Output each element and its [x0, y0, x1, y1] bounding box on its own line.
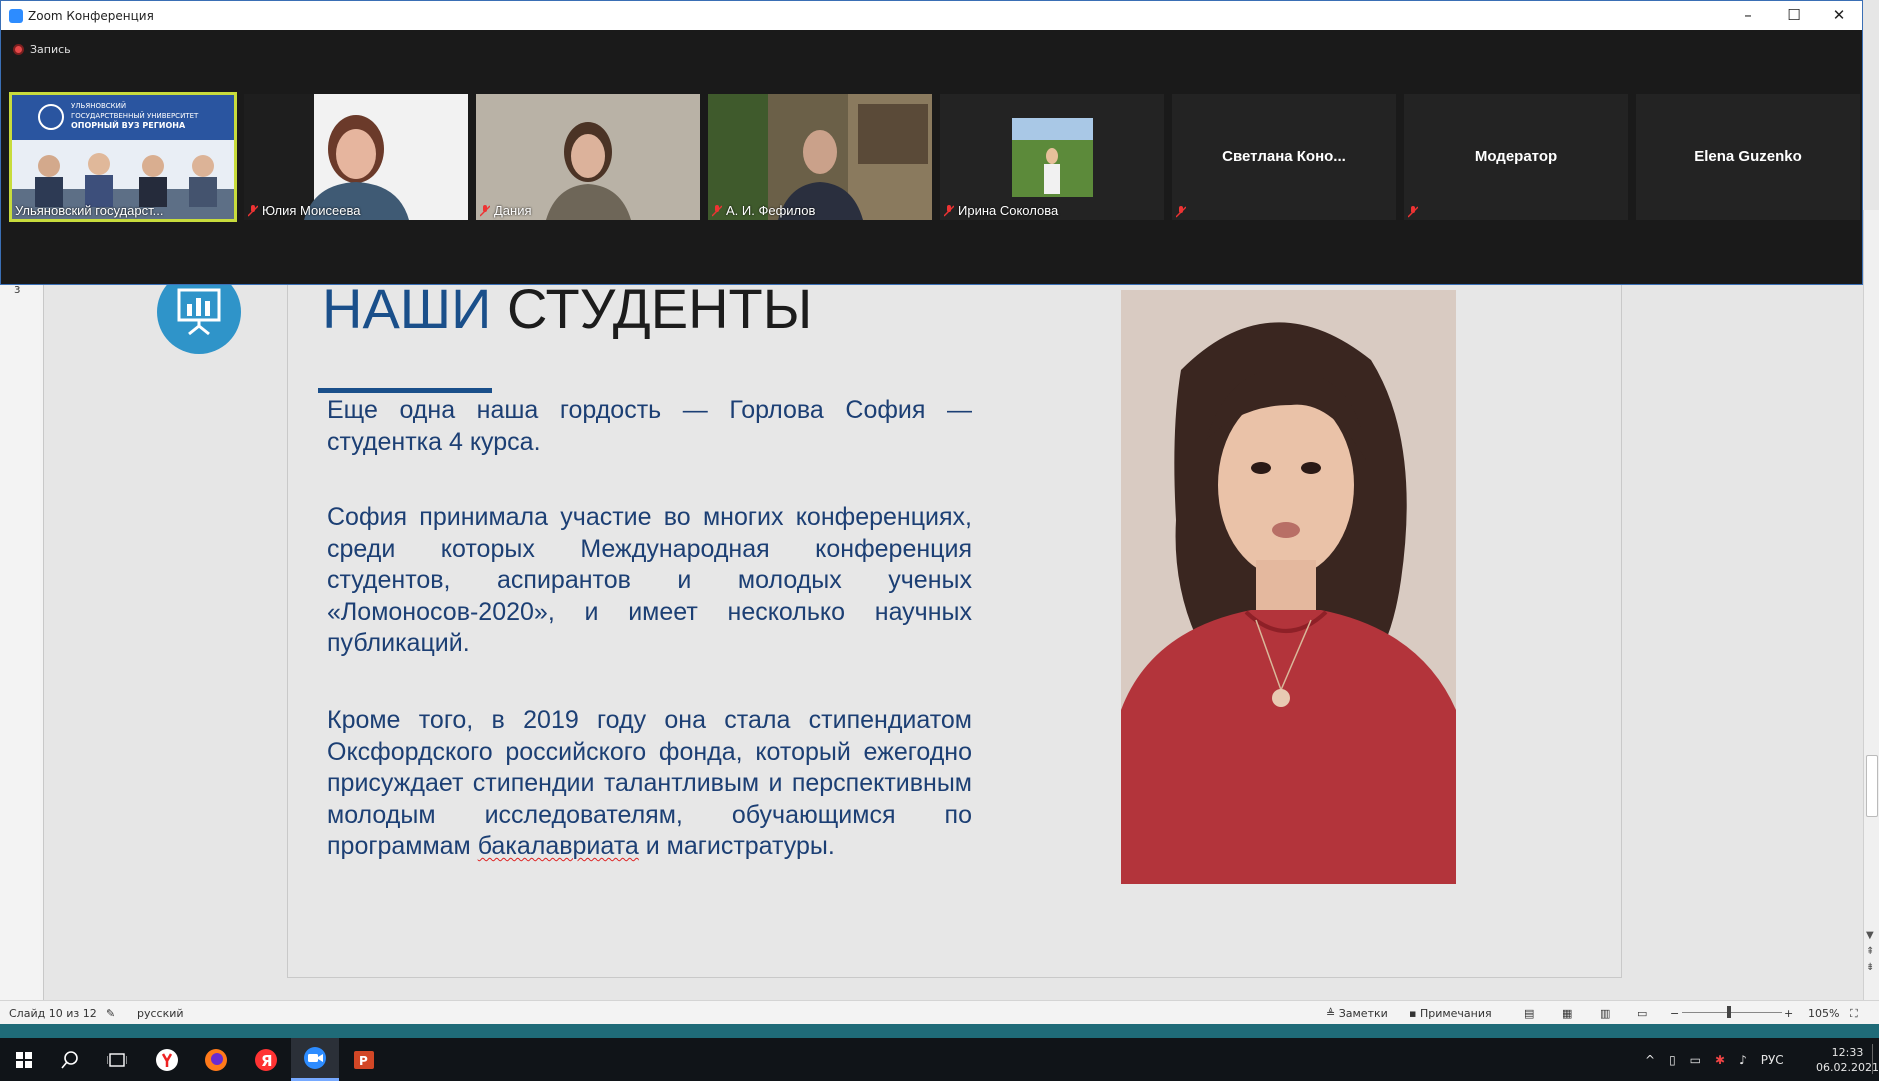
- slide-counter[interactable]: Слайд 10 из 12: [9, 1007, 97, 1020]
- yandex-icon[interactable]: Я: [242, 1038, 290, 1081]
- yandex-browser-icon[interactable]: [143, 1038, 191, 1081]
- language-indicator[interactable]: русский: [137, 1007, 184, 1020]
- mic-muted-icon: [248, 204, 258, 216]
- tray-app-icon[interactable]: ✱: [1715, 1053, 1725, 1067]
- firefox-icon[interactable]: [192, 1038, 240, 1081]
- participant-name: Дания: [480, 203, 532, 218]
- participant-name: Ирина Соколова: [944, 203, 1058, 218]
- show-desktop-button[interactable]: [1872, 1044, 1873, 1074]
- zoom-slider[interactable]: [1682, 1012, 1782, 1013]
- slide-paragraph-3: Кроме того, в 2019 году она стала стипен…: [327, 705, 972, 863]
- slide-paragraph-1: Еще одна наша гордость — Горлова София —…: [327, 396, 972, 456]
- zoom-logo-icon: [9, 9, 23, 23]
- maximize-icon[interactable]: ☐: [1771, 1, 1817, 30]
- zoom-titlebar[interactable]: Zoom Конференция – ☐ ✕: [1, 1, 1862, 30]
- close-icon[interactable]: ✕: [1816, 1, 1862, 30]
- participant-name: [1408, 206, 1418, 218]
- svg-text:P: P: [359, 1054, 368, 1068]
- search-icon[interactable]: [46, 1038, 94, 1081]
- student-video-photo: [1121, 290, 1456, 884]
- participant-name: А. И. Фефилов: [712, 203, 815, 218]
- zoom-window: Zoom Конференция – ☐ ✕ Запись УЛЬЯНОВСКИ…: [0, 0, 1863, 285]
- mic-muted-icon: [712, 204, 722, 216]
- spellcheck-icon[interactable]: ✎: [106, 1007, 115, 1020]
- mic-muted-icon: [480, 204, 490, 216]
- zoom-level[interactable]: 105%: [1808, 1007, 1839, 1020]
- mic-muted-icon: [1176, 206, 1186, 218]
- clock[interactable]: 12:33 06.02.2021: [1816, 1038, 1879, 1081]
- next-slide-icon[interactable]: ⇟: [1866, 962, 1874, 973]
- slide-thumbnail-rail[interactable]: [0, 280, 44, 1000]
- banner-line2: ГОСУДАРСТВЕННЫЙ УНИВЕРСИТЕТ: [71, 111, 199, 120]
- comments-label: Примечания: [1419, 1007, 1492, 1020]
- comments-icon: ▪: [1409, 1007, 1420, 1020]
- participant-tile[interactable]: Модератор: [1404, 94, 1628, 220]
- status-bar: Слайд 10 из 12 ✎ русский ≜ Заметки ▪ При…: [0, 1000, 1879, 1024]
- notes-button[interactable]: ≜ Заметки: [1326, 1007, 1388, 1020]
- fit-to-window-icon[interactable]: ⛶: [1850, 1007, 1858, 1021]
- participant-tile[interactable]: Дания: [476, 94, 700, 220]
- reading-view-icon[interactable]: ▥: [1600, 1007, 1610, 1020]
- vertical-scrollbar[interactable]: ▼ ⇞ ⇟: [1863, 210, 1879, 1000]
- windows-taskbar: Я P ^ ▯ ▭ ✱ ♪ РУС 12:33 06.02.2021: [0, 1038, 1879, 1081]
- scroll-down-icon[interactable]: ▼: [1866, 930, 1874, 941]
- slide-sorter-icon[interactable]: ▦: [1562, 1007, 1572, 1020]
- zoom-slider-thumb[interactable]: [1727, 1006, 1731, 1018]
- mic-muted-icon: [1408, 206, 1418, 218]
- zoom-taskbar-icon[interactable]: [291, 1038, 339, 1081]
- svg-text:Я: Я: [261, 1052, 273, 1070]
- title-underline: [318, 388, 492, 393]
- banner-line3: ОПОРНЫЙ ВУЗ РЕГИОНА: [71, 119, 186, 130]
- clock-date: 06.02.2021: [1816, 1060, 1879, 1074]
- slideshow-icon[interactable]: ▭: [1637, 1007, 1647, 1020]
- banner-line1: УЛЬЯНОВСКИЙ: [71, 101, 126, 110]
- recording-indicator[interactable]: Запись: [13, 43, 71, 56]
- task-view-icon[interactable]: [93, 1038, 141, 1081]
- volume-icon[interactable]: ♪: [1739, 1053, 1747, 1067]
- participant-display-name: Elena Guzenko: [1694, 148, 1802, 165]
- clock-time: 12:33: [1831, 1045, 1864, 1059]
- participant-name: [1176, 206, 1186, 218]
- network-icon[interactable]: ▭: [1690, 1053, 1701, 1067]
- slide-paragraph-2: София принимала участие во многих конфер…: [327, 503, 972, 657]
- recording-dot-icon: [13, 44, 24, 55]
- recording-label: Запись: [30, 43, 71, 56]
- notes-label: Заметки: [1338, 1007, 1388, 1020]
- participant-tile[interactable]: Юлия Моисеева: [244, 94, 468, 220]
- input-language[interactable]: РУС: [1761, 1053, 1784, 1067]
- comments-button[interactable]: ▪ Примечания: [1409, 1007, 1492, 1020]
- normal-view-icon[interactable]: ▤: [1524, 1007, 1534, 1020]
- notes-icon: ≜: [1326, 1007, 1339, 1020]
- zoom-window-title: Zoom Конференция: [28, 9, 154, 23]
- participant-display-name: Модератор: [1474, 148, 1558, 165]
- participant-tile[interactable]: Ирина Соколова: [940, 94, 1164, 220]
- participant-name: Юлия Моисеева: [248, 203, 360, 218]
- minimize-icon[interactable]: –: [1725, 1, 1771, 30]
- system-tray: ^ ▯ ▭ ✱ ♪ РУС: [1645, 1038, 1784, 1081]
- scrollbar-thumb[interactable]: [1866, 755, 1878, 817]
- zoom-out-icon[interactable]: −: [1670, 1007, 1679, 1020]
- tray-device-icon[interactable]: ▯: [1669, 1053, 1676, 1067]
- previous-slide-icon[interactable]: ⇞: [1866, 946, 1874, 957]
- misspelled-word[interactable]: бакалавриата: [478, 832, 639, 860]
- participant-tile[interactable]: Светлана Коно...: [1172, 94, 1396, 220]
- participant-tile[interactable]: Elena Guzenko: [1636, 94, 1860, 220]
- participant-tile[interactable]: УЛЬЯНОВСКИЙ ГОСУДАРСТВЕННЫЙ УНИВЕРСИТЕТ …: [9, 92, 237, 222]
- zoom-in-icon[interactable]: +: [1784, 1007, 1793, 1020]
- slide-paragraph-3-end: и магистратуры.: [638, 832, 835, 860]
- participant-tile[interactable]: А. И. Фефилов: [708, 94, 932, 220]
- slide-title-part2: СТУДЕНТЫ: [506, 277, 813, 340]
- participant-display-name: Светлана Коно...: [1222, 148, 1346, 165]
- slide-title: НАШИ СТУДЕНТЫ: [322, 276, 812, 341]
- slide-title-part1: НАШИ: [322, 277, 492, 340]
- window-border-strip: [0, 1024, 1879, 1038]
- tray-chevron-icon[interactable]: ^: [1645, 1053, 1655, 1067]
- powerpoint-icon[interactable]: P: [340, 1038, 388, 1081]
- mic-muted-icon: [944, 204, 954, 216]
- windows-start-icon[interactable]: [0, 1038, 48, 1081]
- participant-name: Ульяновский государст...: [15, 203, 164, 218]
